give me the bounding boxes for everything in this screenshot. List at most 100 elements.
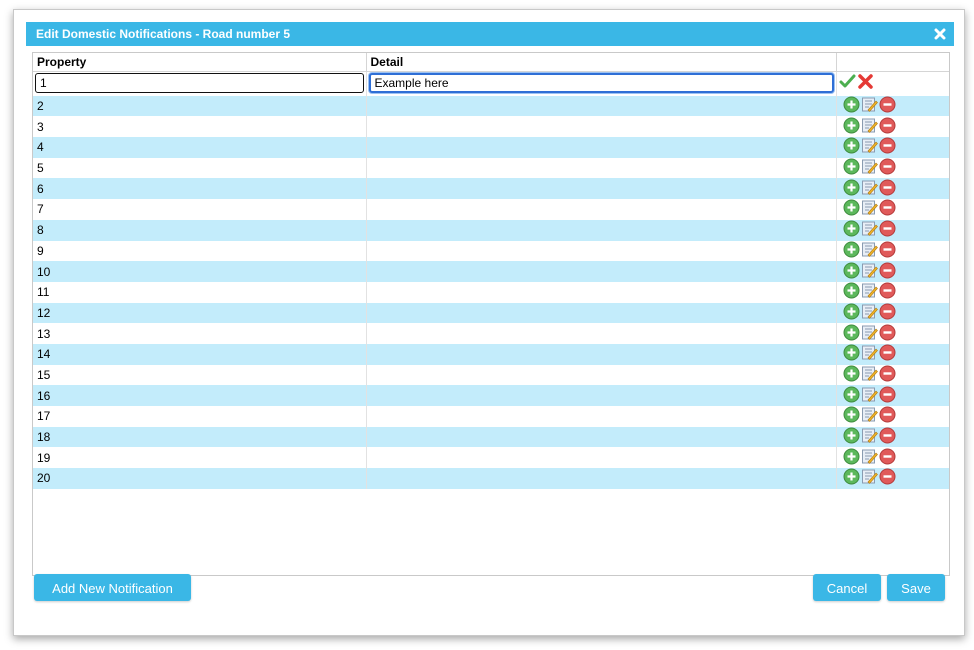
table-row-editing [33, 71, 949, 96]
add-row-button[interactable] [843, 365, 860, 385]
edit-row-button[interactable] [861, 386, 878, 406]
edit-row-button[interactable] [861, 199, 878, 219]
table-row[interactable]: 14 [33, 343, 949, 365]
column-header-detail[interactable]: Detail [366, 53, 837, 72]
add-row-button[interactable] [843, 137, 860, 157]
cancel-edit-button[interactable] [857, 73, 874, 93]
delete-row-button[interactable] [879, 344, 896, 364]
cancel-button[interactable]: Cancel [813, 574, 881, 601]
delete-row-button[interactable] [879, 365, 896, 385]
add-row-button[interactable] [843, 344, 860, 364]
edit-row-button[interactable] [861, 344, 878, 364]
table-row[interactable]: 6 [33, 178, 949, 200]
edit-row-button[interactable] [861, 241, 878, 261]
add-circle-icon [843, 220, 859, 237]
delete-row-button[interactable] [879, 96, 896, 116]
table-row[interactable]: 8 [33, 219, 949, 241]
close-button[interactable] [932, 26, 948, 42]
edit-row-button[interactable] [861, 448, 878, 468]
add-row-button[interactable] [843, 406, 860, 426]
edit-row-button[interactable] [861, 96, 878, 116]
table-row[interactable]: 12 [33, 302, 949, 324]
delete-row-button[interactable] [879, 282, 896, 302]
edit-note-icon [861, 180, 878, 195]
delete-row-button[interactable] [879, 468, 896, 488]
table-row[interactable]: 4 [33, 137, 949, 158]
delete-row-button[interactable] [879, 158, 896, 178]
table-row[interactable]: 17 [33, 406, 949, 427]
add-row-button[interactable] [843, 199, 860, 219]
edit-row-button[interactable] [861, 406, 878, 426]
delete-row-button[interactable] [879, 406, 896, 426]
add-row-button[interactable] [843, 386, 860, 406]
column-header-actions [836, 53, 949, 72]
edit-row-button[interactable] [861, 117, 878, 137]
remove-circle-icon [879, 96, 895, 113]
table-row[interactable]: 19 [33, 447, 949, 469]
property-cell: 15 [33, 364, 367, 386]
delete-row-button[interactable] [879, 137, 896, 157]
delete-row-button[interactable] [879, 117, 896, 137]
edit-note-icon [861, 449, 878, 464]
delete-row-button[interactable] [879, 262, 896, 282]
add-row-button[interactable] [843, 158, 860, 178]
save-button[interactable]: Save [887, 574, 945, 601]
delete-row-button[interactable] [879, 386, 896, 406]
add-row-button[interactable] [843, 96, 860, 116]
delete-row-button[interactable] [879, 199, 896, 219]
remove-circle-icon [879, 365, 895, 382]
edit-row-button[interactable] [861, 365, 878, 385]
add-circle-icon [843, 344, 859, 361]
add-row-button[interactable] [843, 427, 860, 447]
add-row-button[interactable] [843, 324, 860, 344]
edit-row-button[interactable] [861, 427, 878, 447]
property-input[interactable] [35, 73, 364, 94]
delete-row-button[interactable] [879, 303, 896, 323]
add-row-button[interactable] [843, 282, 860, 302]
confirm-edit-button[interactable] [839, 73, 856, 93]
add-row-button[interactable] [843, 468, 860, 488]
table-row[interactable]: 10 [33, 261, 949, 282]
add-circle-icon [843, 262, 859, 279]
edit-row-button[interactable] [861, 324, 878, 344]
detail-input[interactable] [368, 73, 834, 94]
table-row[interactable]: 3 [33, 116, 949, 138]
table-row[interactable]: 13 [33, 323, 949, 344]
add-row-button[interactable] [843, 241, 860, 261]
table-row[interactable]: 18 [33, 426, 949, 448]
edit-row-button[interactable] [861, 137, 878, 157]
edit-row-button[interactable] [861, 158, 878, 178]
delete-row-button[interactable] [879, 179, 896, 199]
table-row[interactable]: 20 [33, 468, 949, 489]
column-header-property[interactable]: Property [33, 53, 367, 72]
edit-row-button[interactable] [861, 468, 878, 488]
table-row[interactable]: 7 [33, 199, 949, 220]
table-row[interactable]: 11 [33, 281, 949, 303]
add-row-button[interactable] [843, 448, 860, 468]
edit-row-button[interactable] [861, 179, 878, 199]
add-row-button[interactable] [843, 179, 860, 199]
add-row-button[interactable] [843, 262, 860, 282]
remove-circle-icon [879, 427, 895, 444]
edit-note-icon [861, 200, 878, 216]
edit-row-button[interactable] [861, 282, 878, 302]
delete-row-button[interactable] [879, 448, 896, 468]
table-row[interactable]: 9 [33, 240, 949, 262]
add-row-button[interactable] [843, 117, 860, 137]
delete-row-button[interactable] [879, 220, 896, 240]
edit-row-button[interactable] [861, 220, 878, 240]
table-row[interactable]: 16 [33, 385, 949, 406]
detail-cell [366, 302, 837, 324]
delete-row-button[interactable] [879, 427, 896, 447]
edit-row-button[interactable] [861, 303, 878, 323]
table-row[interactable]: 5 [33, 157, 949, 179]
delete-row-button[interactable] [879, 324, 896, 344]
add-new-notification-button[interactable]: Add New Notification [34, 574, 191, 601]
table-row[interactable]: 15 [33, 364, 949, 386]
edit-row-button[interactable] [861, 262, 878, 282]
table-row[interactable]: 2 [33, 95, 949, 117]
add-row-button[interactable] [843, 303, 860, 323]
delete-row-button[interactable] [879, 241, 896, 261]
remove-circle-icon [879, 303, 895, 320]
add-row-button[interactable] [843, 220, 860, 240]
